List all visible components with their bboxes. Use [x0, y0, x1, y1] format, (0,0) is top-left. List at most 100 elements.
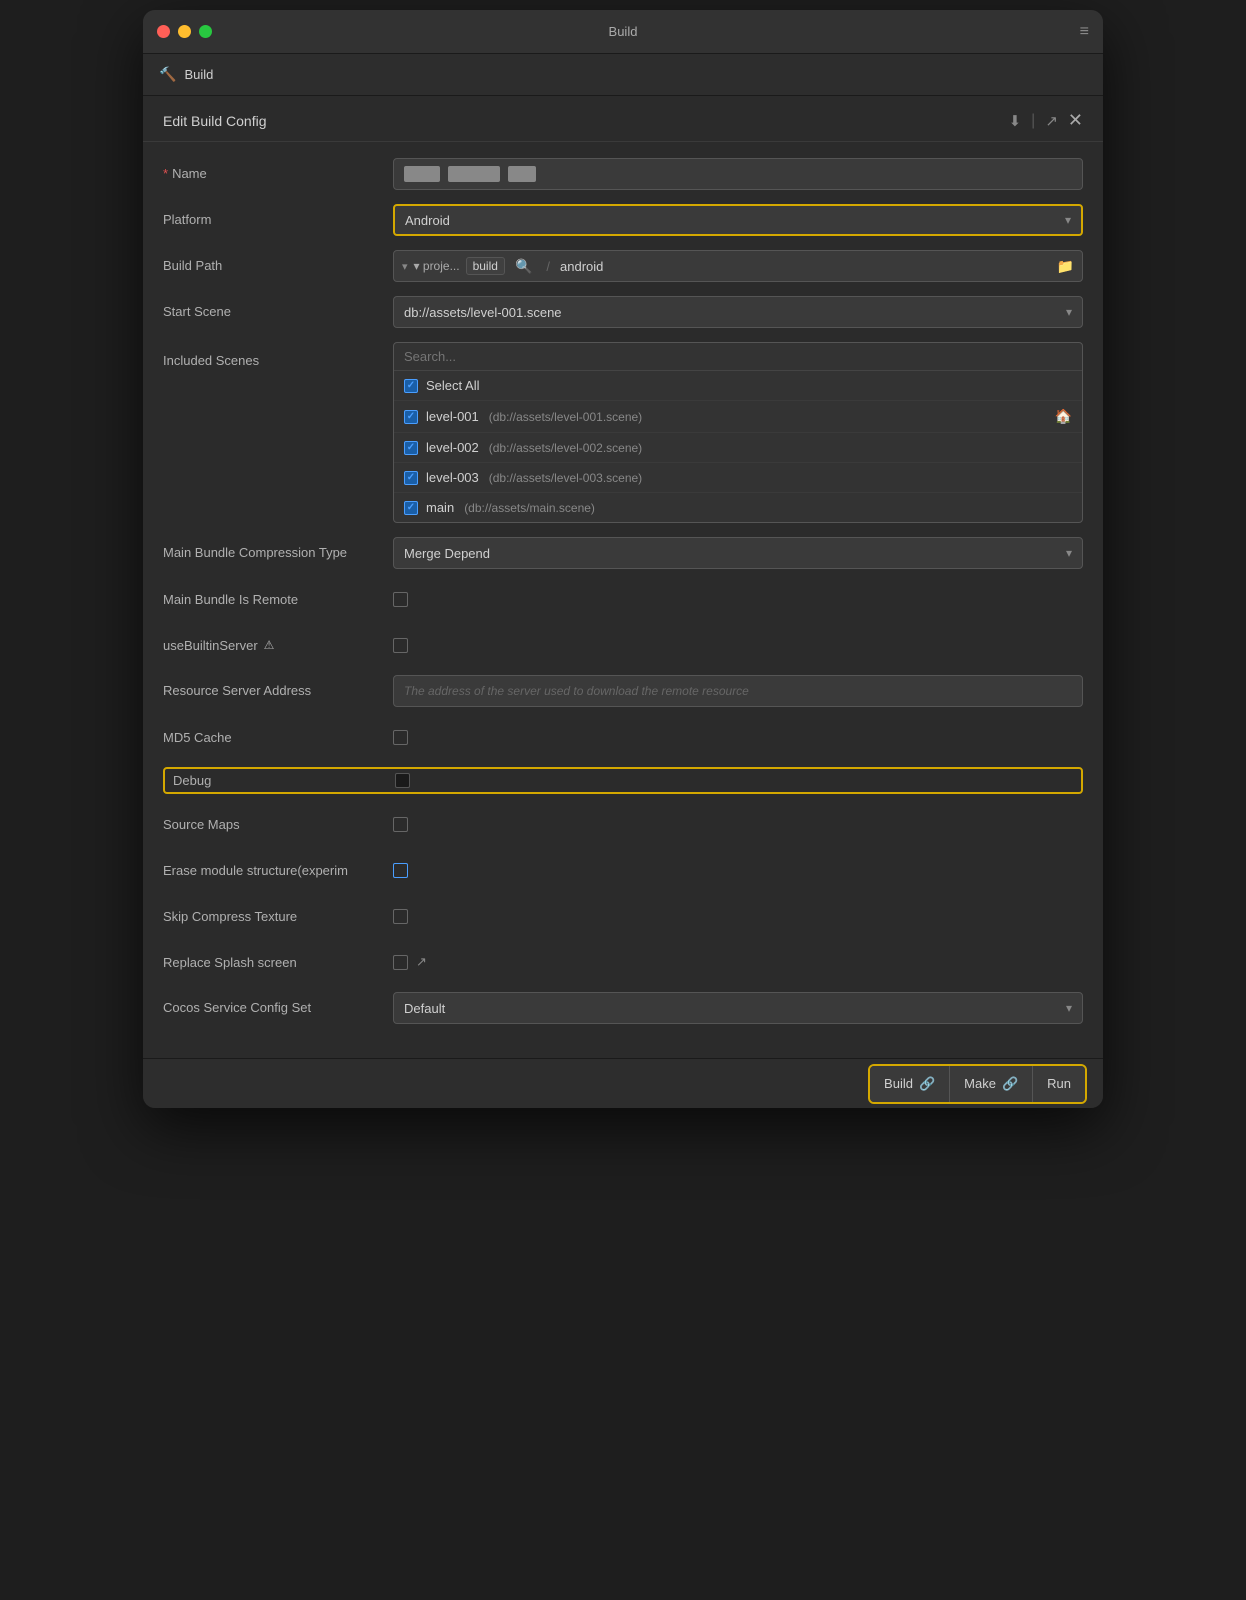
minimize-button[interactable]	[178, 25, 191, 38]
platform-control: Android ▾	[393, 204, 1083, 236]
debug-row: Debug	[163, 767, 1083, 794]
skip-compress-checkbox[interactable]	[393, 909, 408, 924]
path-separator: /	[546, 259, 550, 274]
compression-control: Merge Depend ▾	[393, 537, 1083, 569]
check-icon: ✓	[407, 472, 415, 483]
scene-path-level003: (db://assets/level-003.scene)	[489, 471, 642, 485]
name-input[interactable]	[393, 158, 1083, 190]
scene-checkbox-level002[interactable]: ✓	[404, 441, 418, 455]
platform-label: Platform	[163, 204, 393, 229]
scene-path-level001: (db://assets/level-001.scene)	[489, 410, 642, 424]
debug-label: Debug	[173, 773, 395, 788]
panel-title: Edit Build Config	[163, 113, 267, 129]
scene-checkbox-level003[interactable]: ✓	[404, 471, 418, 485]
run-button[interactable]: Run	[1033, 1066, 1085, 1102]
select-all-checkbox[interactable]: ✓	[404, 379, 418, 393]
build-button-label: Build	[884, 1076, 913, 1091]
link-icon: 🔗	[1002, 1076, 1018, 1092]
check-icon: ✓	[407, 380, 415, 391]
bottom-toolbar: Build 🔗 Make 🔗 Run	[143, 1058, 1103, 1108]
scene-checkbox-main[interactable]: ✓	[404, 501, 418, 515]
external-link-icon[interactable]: ↗	[416, 954, 427, 970]
main-window: Build ≡ 🔨 Build Edit Build Config ⬇ | ↗ …	[143, 10, 1103, 1108]
start-scene-control: db://assets/level-001.scene ▾	[393, 296, 1083, 328]
android-path: android	[560, 259, 1051, 274]
md5-cache-row: MD5 Cache	[163, 721, 1083, 753]
save-icon[interactable]: ⬇	[1009, 112, 1022, 130]
included-scenes-control: ✓ Select All ✓ level-001 (db://assets/le…	[393, 342, 1083, 523]
build-path-label: Build Path	[163, 250, 393, 275]
platform-row: Platform Android ▾	[163, 204, 1083, 236]
main-bundle-remote-label: Main Bundle Is Remote	[163, 592, 393, 607]
resource-server-control: The address of the server used to downlo…	[393, 675, 1083, 707]
chevron-down-icon: ▾	[1066, 305, 1072, 319]
panel-header-actions: ⬇ | ↗ ✕	[1009, 110, 1083, 131]
scene-search-box	[394, 343, 1082, 371]
search-icon[interactable]: 🔍	[515, 258, 532, 275]
close-button[interactable]	[157, 25, 170, 38]
panel-header: Edit Build Config ⬇ | ↗ ✕	[143, 96, 1103, 142]
resource-server-input[interactable]: The address of the server used to downlo…	[393, 675, 1083, 707]
use-builtin-server-row: useBuiltinServer ⚠	[163, 629, 1083, 661]
export-icon[interactable]: ↗	[1045, 112, 1058, 130]
build-path-input: ▾ ▾ proje... build 🔍 / android 📁	[393, 250, 1083, 282]
resource-server-label: Resource Server Address	[163, 675, 393, 700]
compression-label: Main Bundle Compression Type	[163, 537, 393, 562]
expand-icon[interactable]: ▾	[402, 260, 408, 273]
chevron-down-icon: ▾	[1066, 546, 1072, 560]
start-scene-dropdown[interactable]: db://assets/level-001.scene ▾	[393, 296, 1083, 328]
skip-compress-row: Skip Compress Texture	[163, 900, 1083, 932]
scenes-panel: ✓ Select All ✓ level-001 (db://assets/le…	[393, 342, 1083, 523]
erase-module-row: Erase module structure(experim	[163, 854, 1083, 886]
select-all-label: Select All	[426, 378, 479, 393]
name-row: *Name	[163, 158, 1083, 190]
compression-dropdown[interactable]: Merge Depend ▾	[393, 537, 1083, 569]
source-maps-checkbox[interactable]	[393, 817, 408, 832]
folder-icon[interactable]: 📁	[1057, 258, 1074, 275]
make-button-label: Make	[964, 1076, 996, 1091]
compression-value: Merge Depend	[404, 546, 1066, 561]
main-bundle-remote-checkbox[interactable]	[393, 592, 408, 607]
action-buttons: Build 🔗 Make 🔗 Run	[868, 1064, 1087, 1104]
debug-checkbox[interactable]	[395, 773, 410, 788]
required-marker: *	[163, 166, 168, 181]
menu-icon[interactable]: ≡	[1080, 23, 1089, 41]
build-folder[interactable]: build	[466, 257, 505, 275]
scene-checkbox-level001[interactable]: ✓	[404, 410, 418, 424]
build-path-control: ▾ ▾ proje... build 🔍 / android 📁	[393, 250, 1083, 282]
name-field-control	[393, 158, 1083, 190]
erase-module-label: Erase module structure(experim	[163, 863, 393, 878]
start-scene-row: Start Scene db://assets/level-001.scene …	[163, 296, 1083, 328]
select-all-item: ✓ Select All	[394, 371, 1082, 401]
window-title: Build	[609, 24, 638, 39]
build-icon: 🔨	[159, 66, 176, 83]
name-blur-2	[448, 166, 500, 182]
scene-search-input[interactable]	[404, 349, 1072, 364]
replace-splash-checkbox[interactable]	[393, 955, 408, 970]
divider: |	[1031, 112, 1035, 130]
use-builtin-server-label: useBuiltinServer ⚠	[163, 638, 393, 653]
title-bar: Build ≡	[143, 10, 1103, 54]
scene-path-level002: (db://assets/level-002.scene)	[489, 441, 642, 455]
erase-module-checkbox[interactable]	[393, 863, 408, 878]
toolbar-title: Build	[184, 67, 213, 82]
md5-cache-checkbox[interactable]	[393, 730, 408, 745]
use-builtin-server-checkbox[interactable]	[393, 638, 408, 653]
link-icon: 🔗	[919, 1076, 935, 1092]
platform-dropdown[interactable]: Android ▾	[393, 204, 1083, 236]
build-button[interactable]: Build 🔗	[870, 1066, 950, 1102]
check-icon: ✓	[407, 502, 415, 513]
close-panel-button[interactable]: ✕	[1068, 110, 1083, 131]
warning-icon: ⚠	[264, 638, 275, 652]
content-area: *Name Platform Android ▾ Build P	[143, 142, 1103, 1058]
toolbar: 🔨 Build	[143, 54, 1103, 96]
compression-row: Main Bundle Compression Type Merge Depen…	[163, 537, 1083, 569]
cocos-service-dropdown[interactable]: Default ▾	[393, 992, 1083, 1024]
maximize-button[interactable]	[199, 25, 212, 38]
cocos-service-label: Cocos Service Config Set	[163, 992, 393, 1017]
scene-name-level002: level-002	[426, 440, 479, 455]
scene-path-main: (db://assets/main.scene)	[464, 501, 595, 515]
skip-compress-label: Skip Compress Texture	[163, 909, 393, 924]
make-button[interactable]: Make 🔗	[950, 1066, 1033, 1102]
md5-cache-label: MD5 Cache	[163, 730, 393, 745]
